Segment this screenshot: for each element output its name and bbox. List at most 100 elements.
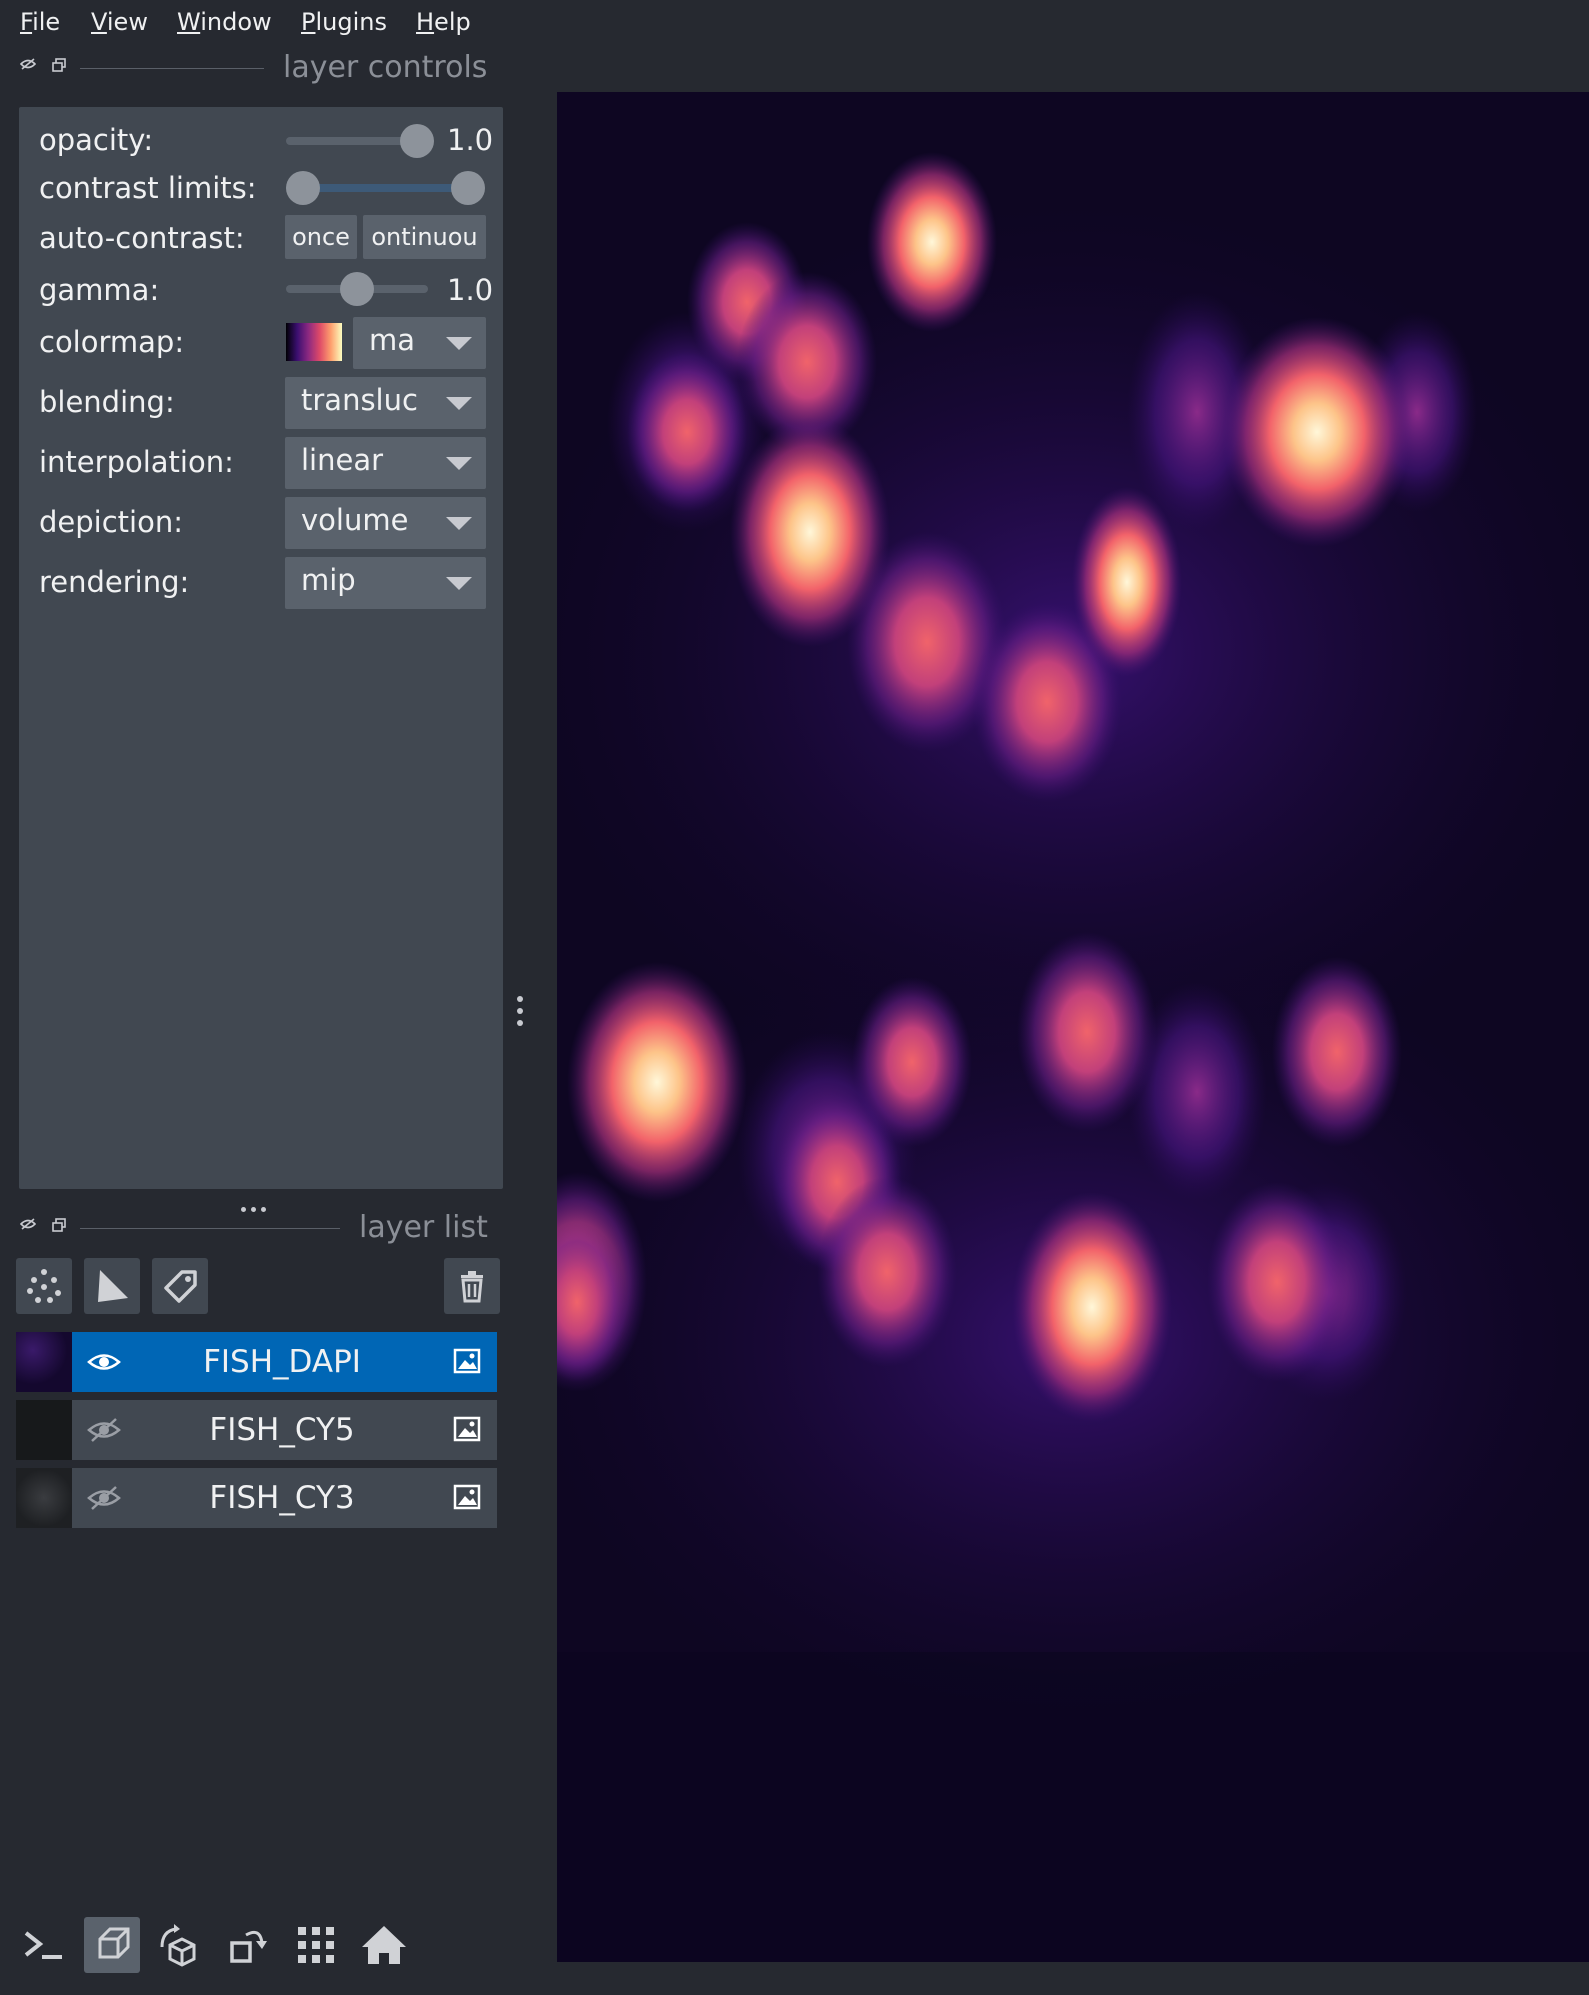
hide-dock-icon[interactable] (19, 1218, 37, 1234)
layer-row-body[interactable]: FISH_CY3 (72, 1468, 497, 1528)
blending-select[interactable]: transluc (285, 377, 486, 429)
layer-name[interactable]: FISH_DAPI (132, 1344, 432, 1380)
menu-window[interactable]: Window (177, 8, 272, 36)
rendering-row: rendering: mip (19, 555, 503, 609)
layer-item-fish-cy5[interactable]: FISH_CY5 (16, 1400, 497, 1460)
eye-closed-icon[interactable] (86, 1415, 122, 1445)
reset-view-button[interactable] (356, 1917, 412, 1973)
new-points-layer-button[interactable] (16, 1258, 72, 1314)
gamma-value: 1.0 (447, 273, 494, 307)
gamma-row: gamma: 1.0 (19, 265, 503, 315)
chevron-down-icon (446, 397, 472, 410)
layer-controls-header: layer controls (0, 50, 500, 86)
float-dock-icon[interactable] (52, 58, 66, 76)
horizontal-splitter-handle[interactable] (241, 1197, 281, 1212)
header-divider (80, 1228, 340, 1229)
vertical-splitter-handle[interactable] (515, 996, 525, 1036)
menu-help[interactable]: Help (416, 8, 471, 36)
layer-list-title: layer list (359, 1210, 488, 1245)
menu-bar: File View Window Plugins Help (0, 0, 1589, 44)
chevron-down-icon (446, 517, 472, 530)
gamma-label: gamma: (39, 273, 160, 307)
contrast-limits-row: contrast limits: (19, 163, 503, 213)
opacity-slider-handle[interactable] (400, 124, 434, 158)
delete-layer-button[interactable] (444, 1258, 500, 1314)
image-layer-icon (453, 1484, 481, 1510)
chevron-down-icon (446, 457, 472, 470)
interpolation-select[interactable]: linear (285, 437, 486, 489)
colormap-select[interactable]: ma (353, 317, 486, 369)
transpose-dimensions-button[interactable] (220, 1917, 276, 1973)
header-divider (80, 68, 264, 69)
depiction-value: volume (301, 503, 409, 537)
new-labels-layer-button[interactable] (152, 1258, 208, 1314)
roll-cube-icon (160, 1924, 196, 1967)
layer-row-body[interactable]: FISH_CY5 (72, 1400, 497, 1460)
viewer-canvas[interactable] (557, 92, 1589, 1962)
auto-contrast-once-button[interactable]: once (285, 215, 357, 259)
auto-contrast-row: auto-contrast: once ontinuou (19, 213, 503, 263)
new-shapes-layer-button[interactable] (84, 1258, 140, 1314)
depiction-label: depiction: (39, 505, 183, 539)
menu-plugins[interactable]: Plugins (301, 8, 387, 36)
rendering-value: mip (301, 563, 356, 597)
interpolation-label: interpolation: (39, 445, 234, 479)
opacity-value: 1.0 (447, 123, 494, 157)
colormap-preview (286, 323, 342, 361)
terminal-icon (24, 1931, 62, 1959)
cube-3d-icon (98, 1927, 130, 1959)
layer-controls-panel: opacity: 1.0 contrast limits: auto-contr… (19, 107, 503, 1189)
layer-name[interactable]: FISH_CY3 (132, 1480, 432, 1516)
colormap-label: colormap: (39, 325, 185, 359)
layer-controls-title: layer controls (283, 50, 488, 85)
layer-row-body[interactable]: FISH_DAPI (72, 1332, 497, 1392)
image-layer-icon (453, 1416, 481, 1442)
layer-item-fish-cy3[interactable]: FISH_CY3 (16, 1468, 497, 1528)
chevron-down-icon (446, 337, 472, 350)
blending-label: blending: (39, 385, 175, 419)
eye-icon[interactable] (86, 1347, 122, 1377)
transpose-icon (230, 1930, 267, 1963)
menu-view[interactable]: View (91, 8, 148, 36)
console-button[interactable] (16, 1917, 72, 1973)
eye-closed-icon[interactable] (86, 1483, 122, 1513)
gamma-slider-handle[interactable] (340, 272, 374, 306)
toggle-grid-button[interactable] (288, 1917, 344, 1973)
hide-dock-icon[interactable] (19, 58, 37, 74)
roll-dimensions-button[interactable] (152, 1917, 208, 1973)
auto-contrast-continuous-button[interactable]: ontinuou (363, 215, 486, 259)
points-icon (27, 1269, 61, 1303)
contrast-limits-label: contrast limits: (39, 171, 257, 205)
shapes-icon (98, 1270, 128, 1302)
contrast-low-handle[interactable] (286, 171, 320, 205)
grid-icon (298, 1927, 334, 1963)
interpolation-row: interpolation: linear (19, 435, 503, 489)
float-dock-icon[interactable] (52, 1218, 66, 1236)
chevron-down-icon (446, 577, 472, 590)
layer-thumbnail (16, 1332, 72, 1392)
layer-thumbnail (16, 1400, 72, 1460)
contrast-high-handle[interactable] (451, 171, 485, 205)
canvas-bottom-strip (557, 1962, 1589, 1995)
trash-icon (461, 1271, 483, 1303)
home-icon (362, 1926, 406, 1964)
layer-item-fish-dapi[interactable]: FISH_DAPI (16, 1332, 497, 1392)
volume-rendering-image (557, 92, 1589, 1962)
rendering-label: rendering: (39, 565, 190, 599)
rendering-select[interactable]: mip (285, 557, 486, 609)
layer-name[interactable]: FISH_CY5 (132, 1412, 432, 1448)
depiction-select[interactable]: volume (285, 497, 486, 549)
opacity-label: opacity: (39, 123, 154, 157)
menu-file[interactable]: File (20, 8, 60, 36)
blending-value: transluc (301, 383, 418, 417)
auto-contrast-label: auto-contrast: (39, 221, 245, 255)
layer-list-header: layer list (0, 1210, 520, 1246)
tag-icon (164, 1270, 197, 1303)
toggle-ndisplay-button[interactable] (84, 1917, 140, 1973)
depiction-row: depiction: volume (19, 495, 503, 549)
blending-row: blending: transluc (19, 375, 503, 429)
opacity-row: opacity: 1.0 (19, 115, 503, 165)
colormap-row: colormap: ma (19, 315, 503, 369)
image-layer-icon (453, 1348, 481, 1374)
interpolation-value: linear (301, 443, 384, 477)
